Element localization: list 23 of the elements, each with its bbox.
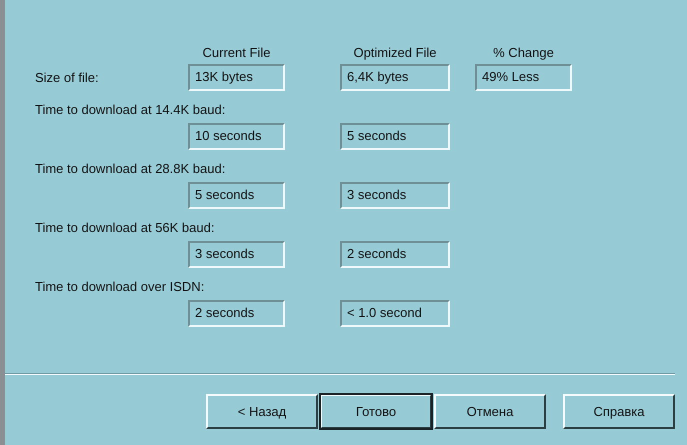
column-header: Optimized File — [352, 44, 438, 62]
field-label: Size of file: — [35, 69, 100, 87]
value-field: 6,4K bytes — [340, 64, 450, 91]
value-field: 5 seconds — [340, 123, 450, 150]
column-header: % Change — [492, 44, 555, 62]
value-field: < 1.0 second — [340, 300, 450, 327]
dialog-button[interactable]: Отмена — [434, 394, 546, 429]
value-field: 5 seconds — [188, 182, 285, 209]
value-field: 2 seconds — [188, 300, 285, 327]
value-field: 2 seconds — [340, 241, 450, 268]
column-header: Current File — [202, 44, 272, 62]
field-label: Time to download over ISDN: — [35, 278, 206, 296]
field-label: Time to download at 14.4K baud: — [35, 101, 226, 119]
dialog-button[interactable]: Справка — [563, 394, 675, 429]
field-label: Time to download at 28.8K baud: — [35, 160, 226, 178]
value-field: 3 seconds — [188, 241, 285, 268]
value-field: 10 seconds — [188, 123, 285, 150]
dialog-button[interactable]: Готово — [320, 394, 432, 429]
value-field: 13K bytes — [188, 64, 285, 91]
value-field: 3 seconds — [340, 182, 450, 209]
field-label: Time to download at 56K baud: — [35, 219, 216, 237]
value-field: 49% Less — [475, 64, 572, 91]
dialog-button[interactable]: < Назад — [206, 394, 318, 429]
